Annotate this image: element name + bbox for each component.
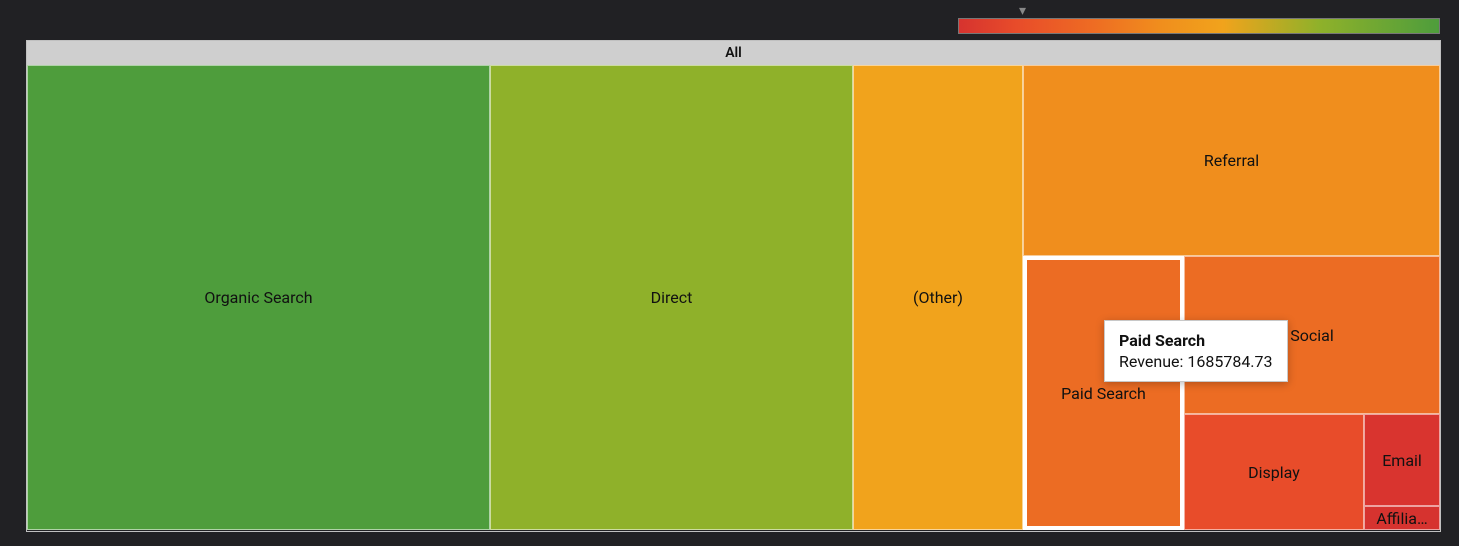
treemap-cell-label: Direct: [651, 288, 693, 307]
tooltip: Paid Search Revenue: 1685784.73: [1104, 320, 1288, 382]
treemap-cell-label: Paid Search: [1061, 384, 1146, 403]
chart-stage: ▾ All Organic Search Direct (Other) Referra…: [0, 0, 1459, 546]
tooltip-metric-label: Revenue: [1119, 352, 1180, 371]
tooltip-title: Paid Search: [1119, 331, 1273, 350]
treemap-cell-label: Social: [1290, 326, 1333, 345]
tooltip-metric-value: 1685784.73: [1187, 352, 1272, 371]
treemap-cell-label: Referral: [1204, 151, 1259, 170]
treemap-cell-label: Email: [1382, 451, 1422, 470]
treemap-cell[interactable]: Referral: [1023, 65, 1440, 256]
treemap-cell[interactable]: Direct: [490, 65, 853, 530]
treemap-cell-label: (Other): [913, 288, 963, 307]
treemap-cell-label: Organic Search: [204, 288, 312, 307]
treemap-cell-label: Affilia…: [1376, 509, 1427, 528]
treemap-cell[interactable]: Paid Search: [1023, 256, 1184, 530]
treemap-cell-label: Display: [1248, 463, 1300, 482]
treemap-root-header[interactable]: All: [27, 41, 1440, 66]
treemap-plot: All Organic Search Direct (Other) Referral P…: [26, 40, 1441, 532]
treemap-cell[interactable]: Display: [1184, 414, 1364, 530]
treemap-cell[interactable]: Affilia…: [1364, 506, 1440, 530]
legend-caret-icon: ▾: [1019, 4, 1026, 18]
treemap-cell[interactable]: Organic Search: [27, 65, 490, 530]
tooltip-metric: Revenue: 1685784.73: [1119, 352, 1273, 371]
color-scale-legend[interactable]: [958, 18, 1440, 34]
treemap-cell[interactable]: Email: [1364, 414, 1440, 506]
treemap-cell[interactable]: (Other): [853, 65, 1023, 530]
